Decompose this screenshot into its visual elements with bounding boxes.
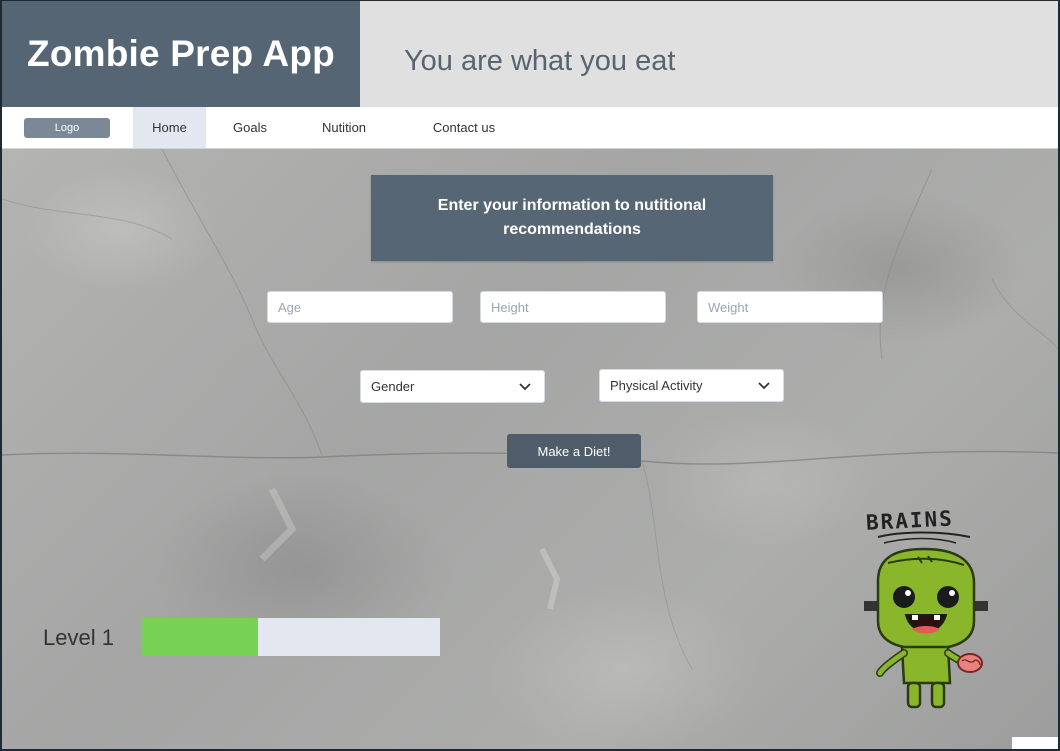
chevron-down-icon bbox=[519, 383, 531, 391]
chevron-down-icon bbox=[758, 382, 770, 390]
logo-button[interactable]: Logo bbox=[24, 118, 110, 138]
weight-input[interactable] bbox=[697, 291, 883, 323]
form-title: Enter your information to nutitional rec… bbox=[371, 175, 773, 261]
level-progress-bar bbox=[142, 618, 440, 656]
tagline: You are what you eat bbox=[404, 45, 676, 77]
make-diet-button[interactable]: Make a Diet! bbox=[507, 434, 641, 468]
nav-item-contact[interactable]: Contact us bbox=[422, 107, 506, 148]
level-label: Level 1 bbox=[43, 625, 114, 650]
level-progress-fill bbox=[142, 618, 259, 656]
zombie-mascot-icon: BRAINS bbox=[864, 506, 988, 709]
height-input[interactable] bbox=[480, 291, 666, 323]
gender-select-value: Gender bbox=[371, 379, 415, 394]
form-title-text: Enter your information to nutitional rec… bbox=[437, 197, 707, 238]
main-nav: Logo Home Goals Nutition Contact us bbox=[2, 107, 1058, 149]
age-input[interactable] bbox=[267, 291, 453, 323]
app-window: Zombie Prep App You are what you eat Log… bbox=[2, 1, 1058, 749]
brains-caption: BRAINS bbox=[865, 506, 954, 535]
nav-item-home[interactable]: Home bbox=[133, 107, 206, 148]
nav-item-nutrition[interactable]: Nutition bbox=[306, 107, 382, 148]
corner-marker bbox=[1012, 737, 1058, 749]
gender-select[interactable]: Gender bbox=[360, 370, 545, 403]
app-title: Zombie Prep App bbox=[2, 1, 360, 107]
activity-select[interactable]: Physical Activity bbox=[599, 369, 784, 402]
header-banner: You are what you eat bbox=[360, 1, 1058, 107]
nav-item-goals[interactable]: Goals bbox=[221, 107, 279, 148]
concrete-background: Enter your information to nutitional rec… bbox=[2, 149, 1058, 749]
activity-select-value: Physical Activity bbox=[610, 378, 703, 393]
